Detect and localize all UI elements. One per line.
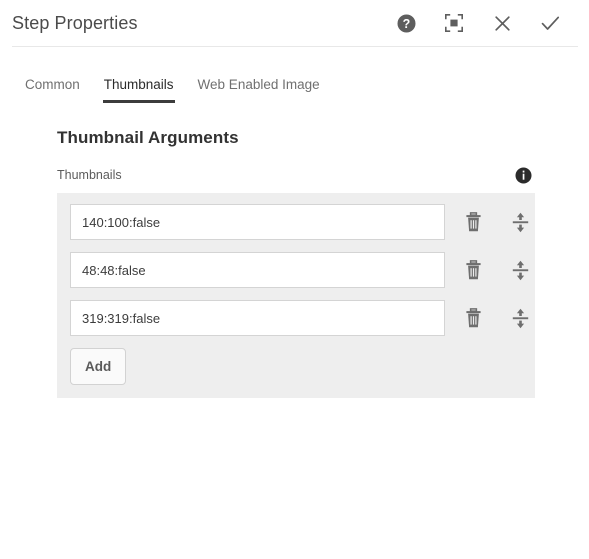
tab-web-enabled-image[interactable]: Web Enabled Image xyxy=(186,77,332,103)
thumbnail-input-1[interactable] xyxy=(70,204,445,240)
thumbnails-field-label: Thumbnails xyxy=(57,168,122,182)
thumbnail-row xyxy=(57,252,535,288)
fullscreen-icon[interactable] xyxy=(441,10,467,36)
confirm-check-icon[interactable] xyxy=(537,10,563,36)
thumbnails-multifield: Add xyxy=(57,193,535,398)
tab-common[interactable]: Common xyxy=(13,77,92,103)
thumbnail-input-2[interactable] xyxy=(70,252,445,288)
add-button[interactable]: Add xyxy=(70,348,127,385)
header-actions: ? xyxy=(393,10,577,36)
close-icon[interactable] xyxy=(489,10,515,36)
trash-icon[interactable] xyxy=(460,209,486,235)
trash-icon[interactable] xyxy=(460,305,486,331)
help-icon[interactable]: ? xyxy=(393,10,419,36)
section-heading: Thumbnail Arguments xyxy=(57,128,239,147)
thumbnail-row xyxy=(57,204,535,240)
page-title: Step Properties xyxy=(12,12,138,33)
thumbnail-input-3[interactable] xyxy=(70,300,445,336)
trash-icon[interactable] xyxy=(460,257,486,283)
drag-handle-icon[interactable] xyxy=(507,257,533,283)
tab-bar: Common Thumbnails Web Enabled Image xyxy=(0,69,589,103)
step-properties-dialog: Step Properties ? Common Thumbnails Web … xyxy=(0,0,589,559)
info-icon[interactable] xyxy=(514,166,532,184)
add-row: Add xyxy=(57,348,535,385)
thumbnail-row xyxy=(57,300,535,336)
header-divider xyxy=(12,46,578,47)
dialog-body: Thumbnail Arguments Thumbnails 140:100:f… xyxy=(0,128,589,398)
dialog-header: Step Properties ? xyxy=(0,0,589,47)
drag-handle-icon[interactable] xyxy=(507,305,533,331)
thumbnails-field-header: Thumbnails xyxy=(57,166,532,184)
svg-text:?: ? xyxy=(402,17,410,31)
drag-handle-icon[interactable] xyxy=(507,209,533,235)
tab-thumbnails[interactable]: Thumbnails xyxy=(92,77,186,103)
